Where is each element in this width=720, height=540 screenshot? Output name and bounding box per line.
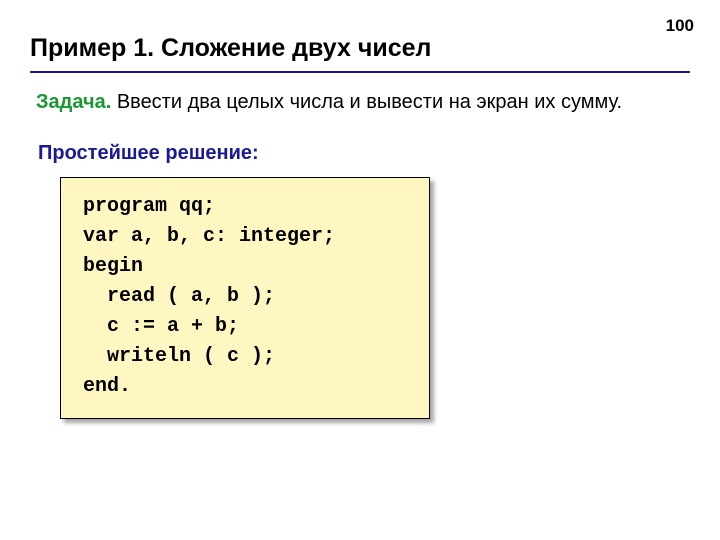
task-body: Ввести два целых числа и вывести на экра… <box>111 91 622 113</box>
solution-subheading: Простейшее решение: <box>30 142 690 165</box>
page-title: Пример 1. Сложение двух чисел <box>30 34 690 73</box>
task-label: Задача. <box>36 91 111 113</box>
task-text: Задача. Ввести два целых числа и вывести… <box>30 89 690 116</box>
page-number: 100 <box>666 16 694 36</box>
code-block: program qq; var a, b, c: integer; begin … <box>60 177 430 419</box>
